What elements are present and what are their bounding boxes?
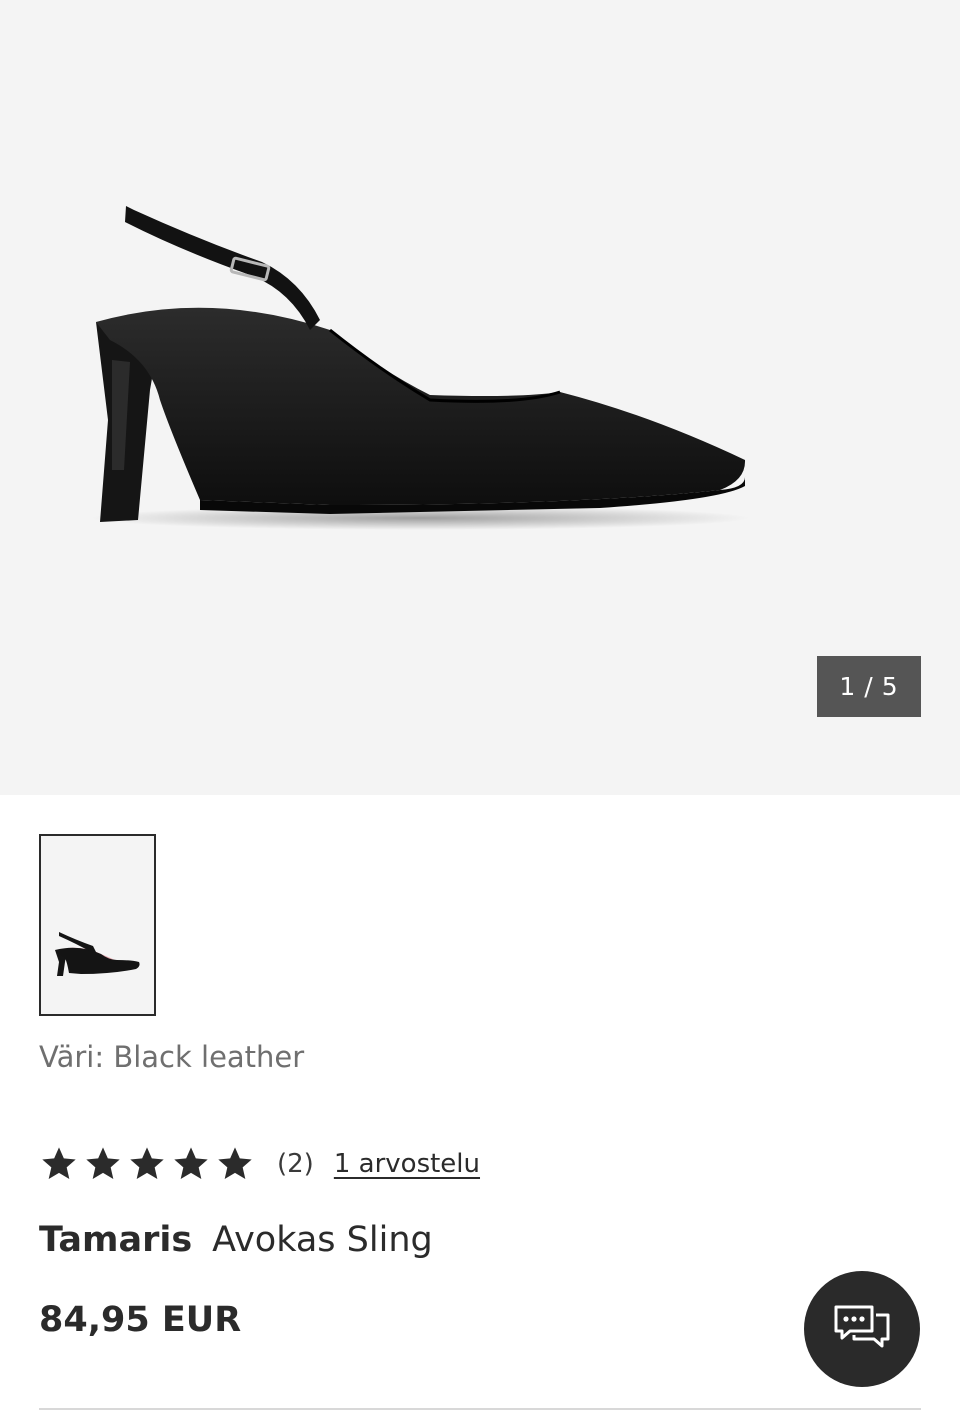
thumbnail-image[interactable] bbox=[39, 834, 156, 1016]
chat-icon bbox=[834, 1305, 890, 1348]
star-icon bbox=[218, 1147, 252, 1179]
product-price: 84,95 EUR bbox=[39, 1300, 242, 1340]
product-rating: (2) 1 arvostelu bbox=[39, 1140, 480, 1188]
thumbnail-shoe-icon bbox=[55, 932, 140, 976]
star-icon bbox=[86, 1147, 120, 1179]
rating-count: (2) bbox=[277, 1149, 314, 1179]
product-title: Tamaris Avokas Sling bbox=[39, 1220, 433, 1260]
counter-current: 1 bbox=[839, 672, 857, 701]
brand-name: Tamaris bbox=[39, 1220, 193, 1260]
rating-stars bbox=[39, 1144, 255, 1184]
chat-button[interactable] bbox=[804, 1271, 920, 1387]
counter-total: 5 bbox=[881, 672, 899, 701]
star-icon bbox=[174, 1147, 208, 1179]
product-name: Avokas Sling bbox=[212, 1220, 433, 1260]
star-icon bbox=[42, 1147, 76, 1179]
product-image bbox=[90, 206, 750, 530]
color-label: Väri: Black leather bbox=[39, 1040, 305, 1074]
star-icon bbox=[130, 1147, 164, 1179]
reviews-link[interactable]: 1 arvostelu bbox=[334, 1149, 480, 1179]
image-counter: 1 / 5 bbox=[817, 656, 921, 717]
divider bbox=[39, 1408, 921, 1410]
product-image-gallery[interactable]: 1 / 5 bbox=[0, 0, 960, 795]
counter-separator: / bbox=[864, 672, 874, 701]
